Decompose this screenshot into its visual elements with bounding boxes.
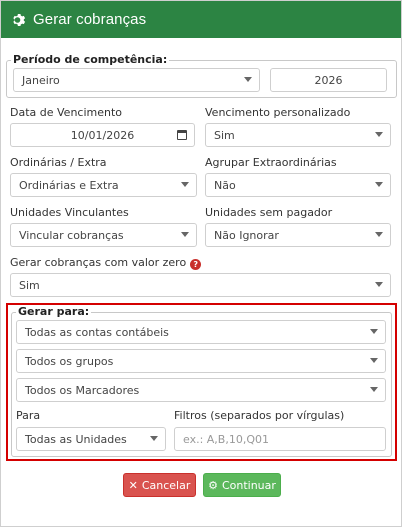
unidades-sem-pagador-select[interactable]: Não Ignorar: [205, 223, 391, 247]
month-select-value: Janeiro: [22, 73, 60, 87]
due-date-input[interactable]: 10/01/2026: [10, 123, 195, 147]
contas-value: Todas as contas contábeis: [25, 325, 169, 339]
calendar-icon[interactable]: [177, 130, 187, 140]
marcadores-select[interactable]: Todos os Marcadores: [16, 378, 386, 402]
due-date-value: 10/01/2026: [70, 128, 135, 142]
grupos-value: Todos os grupos: [25, 354, 114, 368]
chevron-down-icon: [181, 182, 189, 187]
para-label: Para: [16, 409, 41, 422]
gear-icon: ⚙: [208, 478, 218, 492]
dialog: Gerar cobranças Período de competência: …: [0, 0, 402, 527]
chevron-down-icon: [370, 329, 378, 334]
unidades-sem-pagador-label: Unidades sem pagador: [205, 206, 333, 219]
vencimento-label: Data de Vencimento: [10, 106, 123, 119]
continue-button[interactable]: ⚙ Continuar: [203, 473, 281, 497]
unidades-vinculantes-label: Unidades Vinculantes: [10, 206, 129, 219]
chevron-down-icon: [370, 358, 378, 363]
para-value: Todas as Unidades: [25, 432, 127, 446]
para-select[interactable]: Todas as Unidades: [16, 427, 166, 451]
month-select[interactable]: Janeiro: [13, 68, 260, 92]
filtros-label: Filtros (separados por vírgulas): [174, 409, 345, 422]
continue-button-label: Continuar: [221, 478, 276, 492]
vencimento-personalizado-value: Sim: [214, 128, 235, 142]
marcadores-value: Todos os Marcadores: [25, 383, 140, 397]
unidades-vinculantes-value: Vincular cobranças: [19, 228, 124, 242]
chevron-down-icon: [370, 387, 378, 392]
periodo-legend: Período de competência:: [11, 53, 170, 66]
unidades-vinculantes-select[interactable]: Vincular cobranças: [10, 223, 197, 247]
gear-icon: [13, 13, 26, 26]
question-icon[interactable]: ?: [190, 259, 202, 270]
chevron-down-icon: [375, 282, 383, 287]
chevron-down-icon: [375, 132, 383, 137]
ordinarias-label: Ordinárias / Extra: [10, 156, 107, 169]
agrupar-value: Não: [214, 178, 236, 192]
unidades-sem-pagador-value: Não Ignorar: [214, 228, 279, 242]
close-icon: ✕: [128, 478, 138, 492]
vencimento-personalizado-select[interactable]: Sim: [205, 123, 391, 147]
valor-zero-label-row: Gerar cobranças com valor zero?: [10, 256, 202, 270]
vencimento-personalizado-label: Vencimento personalizado: [205, 106, 351, 119]
cancel-button-label: Cancelar: [141, 478, 191, 492]
ordinarias-select[interactable]: Ordinárias e Extra: [10, 173, 197, 197]
chevron-down-icon: [375, 182, 383, 187]
agrupar-label: Agrupar Extraordinárias: [205, 156, 337, 169]
agrupar-select[interactable]: Não: [205, 173, 391, 197]
chevron-down-icon: [150, 436, 158, 441]
dialog-header: Gerar cobranças: [1, 1, 401, 38]
ordinarias-value: Ordinárias e Extra: [19, 178, 119, 192]
chevron-down-icon: [244, 77, 252, 82]
dialog-title: Gerar cobranças: [33, 11, 147, 28]
chevron-down-icon: [181, 232, 189, 237]
cancel-button[interactable]: ✕ Cancelar: [123, 473, 196, 497]
grupos-select[interactable]: Todos os grupos: [16, 349, 386, 373]
valor-zero-value: Sim: [19, 278, 40, 292]
filtros-input[interactable]: ex.: A,B,10,Q01: [174, 427, 386, 451]
filtros-placeholder: ex.: A,B,10,Q01: [183, 432, 269, 446]
valor-zero-label: Gerar cobranças com valor zero: [10, 256, 187, 269]
contas-select[interactable]: Todas as contas contábeis: [16, 320, 386, 344]
gerar-para-legend: Gerar para:: [16, 305, 92, 318]
valor-zero-select[interactable]: Sim: [10, 273, 391, 297]
chevron-down-icon: [375, 232, 383, 237]
year-input[interactable]: 2026: [270, 68, 387, 92]
year-input-value: 2026: [314, 73, 343, 87]
